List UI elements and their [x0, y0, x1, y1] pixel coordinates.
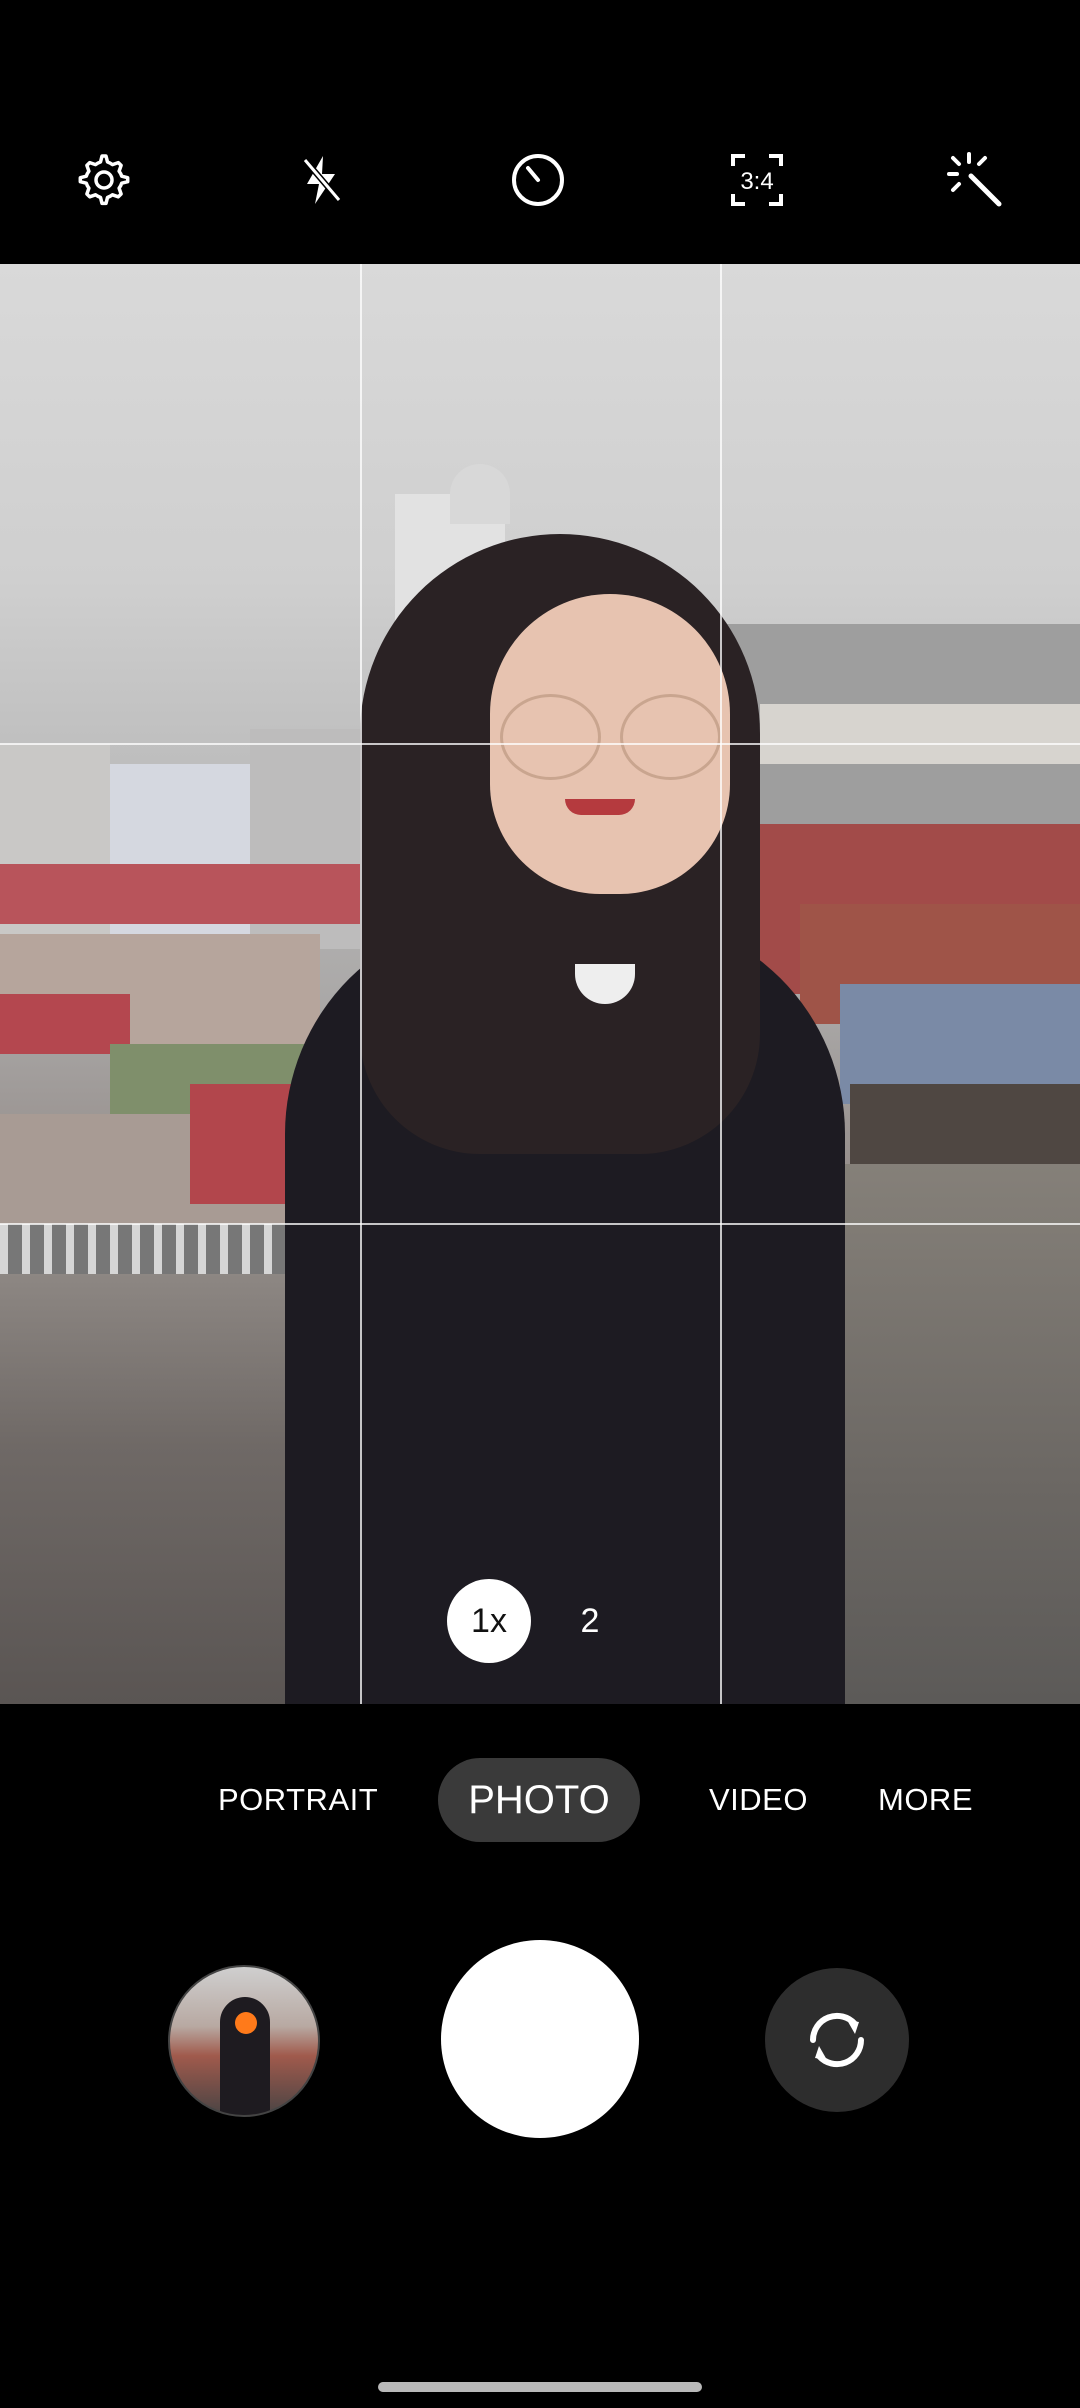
aspect-ratio-button[interactable]: 3:4 — [717, 140, 797, 220]
shutter-button[interactable] — [441, 1940, 639, 2138]
flash-off-icon — [302, 156, 342, 204]
aspect-ratio-icon: 3:4 — [731, 154, 783, 206]
mode-portrait[interactable]: PORTRAIT — [218, 1782, 378, 1818]
magic-wand-icon — [947, 152, 1002, 207]
settings-button[interactable] — [64, 140, 144, 220]
timer-icon — [512, 154, 564, 206]
grid-line-vertical — [720, 264, 722, 1704]
effects-button[interactable] — [935, 140, 1015, 220]
top-toolbar: 3:4 — [0, 0, 1080, 264]
zoom-2x-label: 2 — [580, 1601, 600, 1640]
switch-camera-icon — [809, 2012, 865, 2068]
zoom-2x-button[interactable]: 2 — [548, 1579, 632, 1663]
grid-line-horizontal — [0, 1223, 1080, 1225]
zoom-1x-label: 1x — [471, 1601, 507, 1640]
grid-line-vertical — [360, 264, 362, 1704]
mode-photo[interactable]: PHOTO — [438, 1758, 640, 1842]
mode-more[interactable]: MORE — [878, 1782, 973, 1818]
switch-camera-button[interactable] — [765, 1968, 909, 2112]
gear-icon — [78, 154, 130, 206]
timer-button[interactable] — [498, 140, 578, 220]
gallery-thumbnail[interactable] — [168, 1965, 320, 2117]
mode-video[interactable]: VIDEO — [709, 1782, 808, 1818]
mode-photo-label: PHOTO — [468, 1777, 610, 1822]
zoom-1x-button[interactable]: 1x — [447, 1579, 531, 1663]
aspect-ratio-label: 3:4 — [740, 168, 773, 195]
flash-button[interactable] — [281, 140, 361, 220]
grid-line-horizontal — [0, 743, 1080, 745]
camera-preview-image — [0, 264, 1080, 1704]
camera-viewfinder[interactable]: 1x 2 — [0, 264, 1080, 1704]
home-indicator[interactable] — [378, 2382, 702, 2392]
